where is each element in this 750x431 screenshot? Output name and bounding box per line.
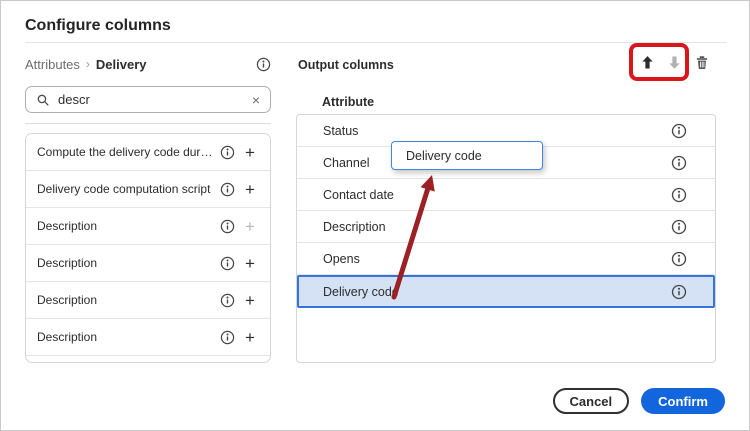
chevron-right-icon: › <box>86 57 90 71</box>
search-input[interactable] <box>58 92 244 107</box>
attribute-results-list: Compute the delivery code during ... + D… <box>25 133 271 363</box>
attribute-result-label: Description <box>37 293 213 307</box>
output-row-label: Contact date <box>323 188 671 202</box>
output-row[interactable]: Opens <box>297 243 715 275</box>
add-attribute-button[interactable]: + <box>242 218 258 235</box>
search-field[interactable]: × <box>25 86 271 113</box>
attribute-result-row: Description + <box>26 282 270 319</box>
attribute-column-header: Attribute <box>322 95 374 109</box>
drag-preview-label: Delivery code <box>406 149 482 163</box>
info-icon[interactable] <box>220 330 235 345</box>
page-title: Configure columns <box>25 17 171 35</box>
add-attribute-button[interactable]: + <box>242 144 258 161</box>
add-attribute-button[interactable]: + <box>242 181 258 198</box>
output-columns-title: Output columns <box>298 58 394 72</box>
info-icon[interactable] <box>671 284 687 300</box>
confirm-button[interactable]: Confirm <box>641 388 725 414</box>
attribute-result-row: Description + <box>26 245 270 282</box>
output-row[interactable]: Description <box>297 211 715 243</box>
move-down-button[interactable] <box>663 51 685 73</box>
cancel-button[interactable]: Cancel <box>553 388 630 414</box>
output-row[interactable]: Delivery code <box>297 275 715 308</box>
info-icon[interactable] <box>220 145 235 160</box>
configure-columns-dialog: Configure columns Attributes › Delivery … <box>0 0 750 431</box>
search-icon <box>36 93 50 107</box>
attribute-result-row: Delivery code computation script + <box>26 171 270 208</box>
output-row-label: Status <box>323 124 671 138</box>
info-icon[interactable] <box>671 187 687 203</box>
info-icon[interactable] <box>220 256 235 271</box>
add-attribute-button[interactable]: + <box>242 329 258 346</box>
info-icon[interactable] <box>671 219 687 235</box>
breadcrumb: Attributes › Delivery <box>25 55 271 73</box>
info-icon[interactable] <box>220 182 235 197</box>
attribute-result-label: Description <box>37 256 213 270</box>
info-icon[interactable] <box>671 123 687 139</box>
attribute-result-row: Compute the delivery code during ... + <box>26 134 270 171</box>
drag-preview-box: Delivery code <box>391 141 543 170</box>
info-icon[interactable] <box>220 293 235 308</box>
attribute-result-label: Delivery code computation script <box>37 182 213 196</box>
output-row[interactable]: Contact date <box>297 179 715 211</box>
move-up-button[interactable] <box>636 51 658 73</box>
add-attribute-button[interactable]: + <box>242 292 258 309</box>
attribute-result-row: Description + <box>26 319 270 356</box>
attribute-result-label: Compute the delivery code during ... <box>37 145 213 159</box>
info-icon[interactable] <box>671 155 687 171</box>
breadcrumb-delivery: Delivery <box>96 57 147 72</box>
dialog-footer: Cancel Confirm <box>553 388 725 414</box>
delete-icon[interactable] <box>691 51 713 73</box>
clear-search-icon[interactable]: × <box>252 93 260 107</box>
left-panel-divider <box>25 123 271 124</box>
info-icon[interactable] <box>671 251 687 267</box>
add-attribute-button[interactable]: + <box>242 255 258 272</box>
title-divider <box>25 42 727 43</box>
output-row-label: Delivery code <box>323 285 671 299</box>
info-icon[interactable] <box>220 219 235 234</box>
output-row-label: Description <box>323 220 671 234</box>
output-row-label: Opens <box>323 252 671 266</box>
attribute-result-label: Description <box>37 330 213 344</box>
info-icon[interactable] <box>256 57 271 72</box>
attribute-result-label: Description <box>37 219 213 233</box>
breadcrumb-attributes[interactable]: Attributes <box>25 57 80 72</box>
attribute-result-row: Description + <box>26 208 270 245</box>
